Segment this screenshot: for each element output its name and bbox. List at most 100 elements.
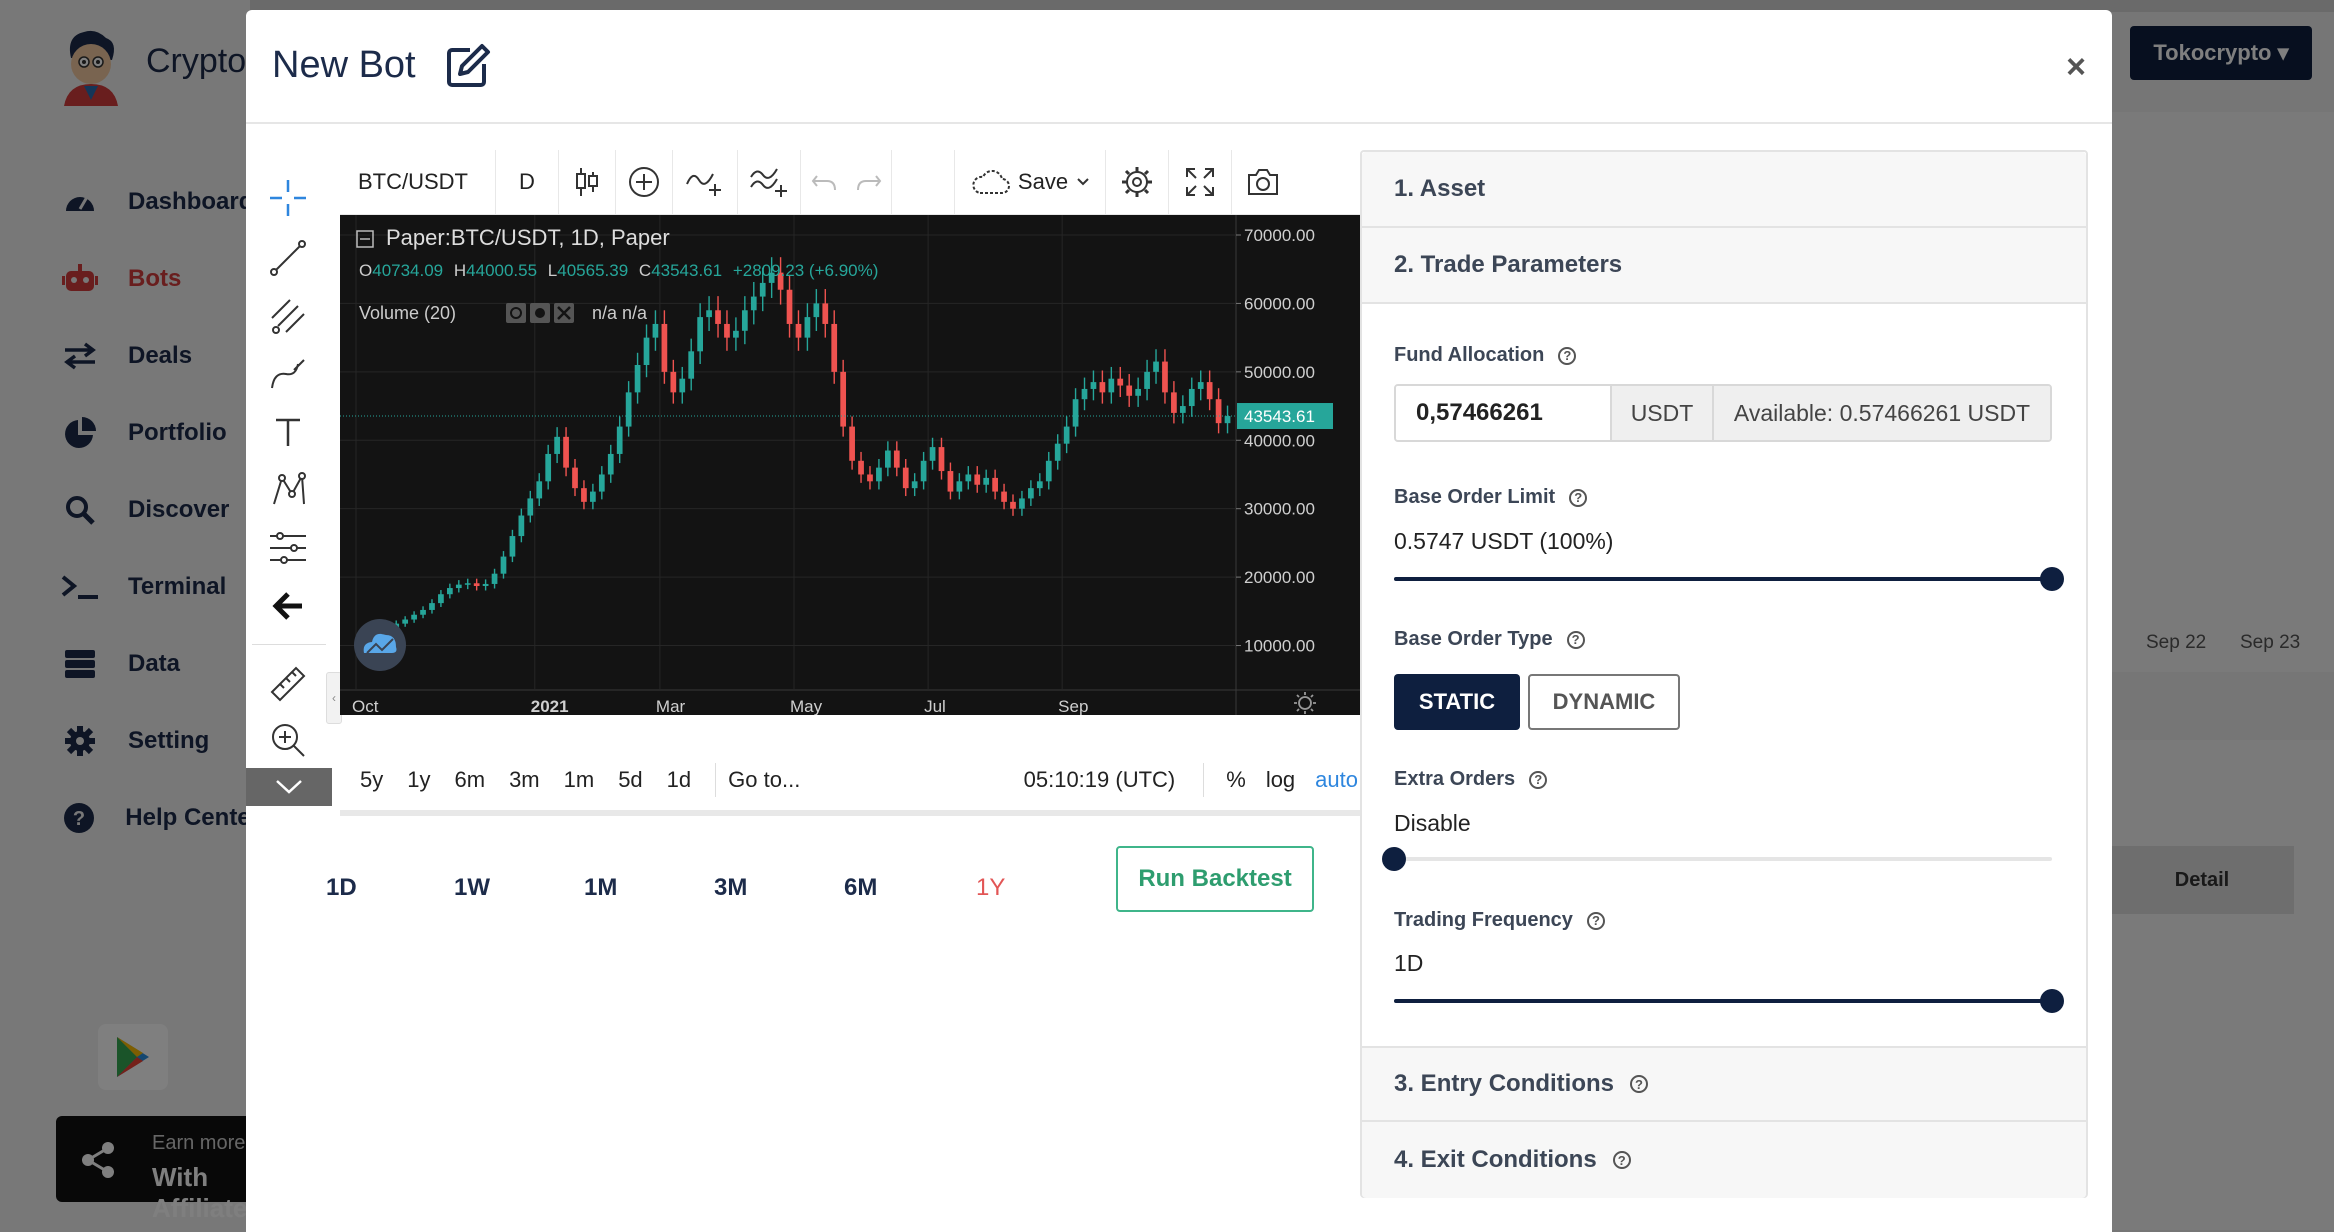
tool-divider [252,644,326,645]
pattern-tool-icon[interactable] [266,468,310,512]
candle-body [1108,378,1115,393]
accordion-trade-parameters-header[interactable]: 2. Trade Parameters [1362,228,2086,304]
range-6m[interactable]: 6m [443,767,498,793]
candle-body [1171,392,1177,413]
candle-body [831,323,838,372]
brush-tool-icon[interactable] [266,352,310,396]
prediction-tool-icon[interactable] [266,526,310,570]
help-icon[interactable]: ? [1630,1075,1649,1093]
extra-orders-slider[interactable] [1382,844,2052,874]
volume-label[interactable]: Volume (20) [359,303,456,323]
close-button[interactable]: × [2066,50,2086,84]
section-title: 4. Exit Conditions [1394,1146,1597,1173]
fullscreen-icon[interactable] [1169,150,1232,214]
text-tool-icon[interactable] [266,410,310,454]
field-label-text: Base Order Type [1394,628,1553,650]
range-1d[interactable]: 1d [655,767,703,793]
candle-body [1054,443,1061,461]
goto-button[interactable]: Go to... [728,767,800,793]
accordion-asset-header[interactable]: 1. Asset [1362,152,2086,228]
field-label-text: Fund Allocation [1394,344,1545,366]
x-tick-label: Oct [352,697,379,715]
templates-icon[interactable] [738,150,801,214]
indicators-icon[interactable] [673,150,738,214]
candle-body [482,583,489,586]
accordion-entry-conditions-header[interactable]: 3. Entry Conditions? [1362,1046,2086,1122]
field-label-text: Base Order Limit [1394,486,1556,508]
candle-body [1162,361,1168,393]
candle-body [438,594,444,604]
chevron-down-icon [1077,178,1089,186]
trading-frequency-label: Trading Frequency? [1394,909,1605,932]
log-scale-toggle[interactable]: log [1256,767,1305,793]
static-type-button[interactable]: STATIC [1394,674,1520,730]
dynamic-type-button[interactable]: DYNAMIC [1528,674,1680,730]
candle-body [974,474,981,485]
slider-thumb[interactable] [2040,567,2064,591]
range-5d[interactable]: 5d [606,767,654,793]
compare-add-icon[interactable] [616,150,673,214]
y-tick-label: 40000.00 [1244,431,1315,450]
price-chart[interactable]: 70000.00 60000.00 50000.00 40000.00 30000.00… [340,215,1374,715]
fund-allocation-input[interactable] [1396,386,1610,440]
run-backtest-button[interactable]: Run Backtest [1116,846,1314,912]
candle-body [652,323,659,338]
period-1d[interactable]: 1D [326,874,357,902]
period-1m[interactable]: 1M [584,874,617,902]
chevron-down-icon[interactable] [246,768,332,806]
edit-icon[interactable] [444,42,492,90]
base-order-limit-value: 0.5747 USDT (100%) [1394,528,1614,554]
trading-frequency-slider[interactable] [1394,986,2064,1016]
percent-scale-toggle[interactable]: % [1216,767,1256,793]
symbol-selector[interactable]: BTC/USDT [340,150,496,214]
accordion-exit-conditions-header[interactable]: 4. Exit Conditions? [1362,1122,2086,1198]
candle-body [1036,481,1043,489]
separator [715,763,717,797]
range-5y[interactable]: 5y [348,767,395,793]
back-arrow-icon[interactable] [266,584,310,628]
help-icon[interactable]: ? [1529,770,1548,789]
help-icon[interactable]: ? [1569,488,1588,507]
slider-thumb[interactable] [2040,989,2064,1013]
slider-thumb[interactable] [1382,847,1406,871]
y-tick-label: 50000.00 [1244,363,1315,382]
candle-body [455,584,462,589]
save-button[interactable]: Save [954,150,1106,214]
undo-icon[interactable] [811,172,837,192]
cloud-icon [972,169,1010,194]
candle-body [902,467,909,489]
candle-body [420,609,426,615]
candles-style-icon[interactable] [559,150,616,214]
drawing-toolbar: ‹ [246,150,342,806]
trend-line-tool-icon[interactable] [266,236,310,280]
crosshair-tool-icon[interactable] [266,176,310,220]
range-3m[interactable]: 3m [497,767,552,793]
fib-tool-icon[interactable] [266,294,310,338]
camera-icon[interactable] [1232,150,1294,214]
period-1w[interactable]: 1W [454,874,490,902]
interval-selector[interactable]: D [496,150,559,214]
period-6m[interactable]: 6M [844,874,877,902]
candle-body [1224,416,1231,424]
ruler-tool-icon[interactable] [266,662,310,706]
volume-controls[interactable] [506,303,574,323]
help-icon[interactable]: ? [1558,346,1577,365]
chart-settings-icon[interactable] [1106,150,1169,214]
period-3m[interactable]: 3M [714,874,747,902]
help-icon[interactable]: ? [1566,630,1585,649]
candle-body [679,378,686,393]
candle-body [473,583,480,586]
redo-icon[interactable] [856,172,882,192]
range-1y[interactable]: 1y [395,767,442,793]
extra-orders-value: Disable [1394,810,1471,836]
base-order-limit-slider[interactable] [1394,564,2064,594]
help-icon[interactable]: ? [1612,1151,1631,1169]
period-1y[interactable]: 1Y [976,874,1005,902]
candle-body [1135,388,1142,396]
candle-body [947,471,954,492]
candle-body [536,481,543,499]
help-icon[interactable]: ? [1586,911,1605,930]
zoom-in-tool-icon[interactable] [266,718,310,762]
range-1m[interactable]: 1m [552,767,607,793]
